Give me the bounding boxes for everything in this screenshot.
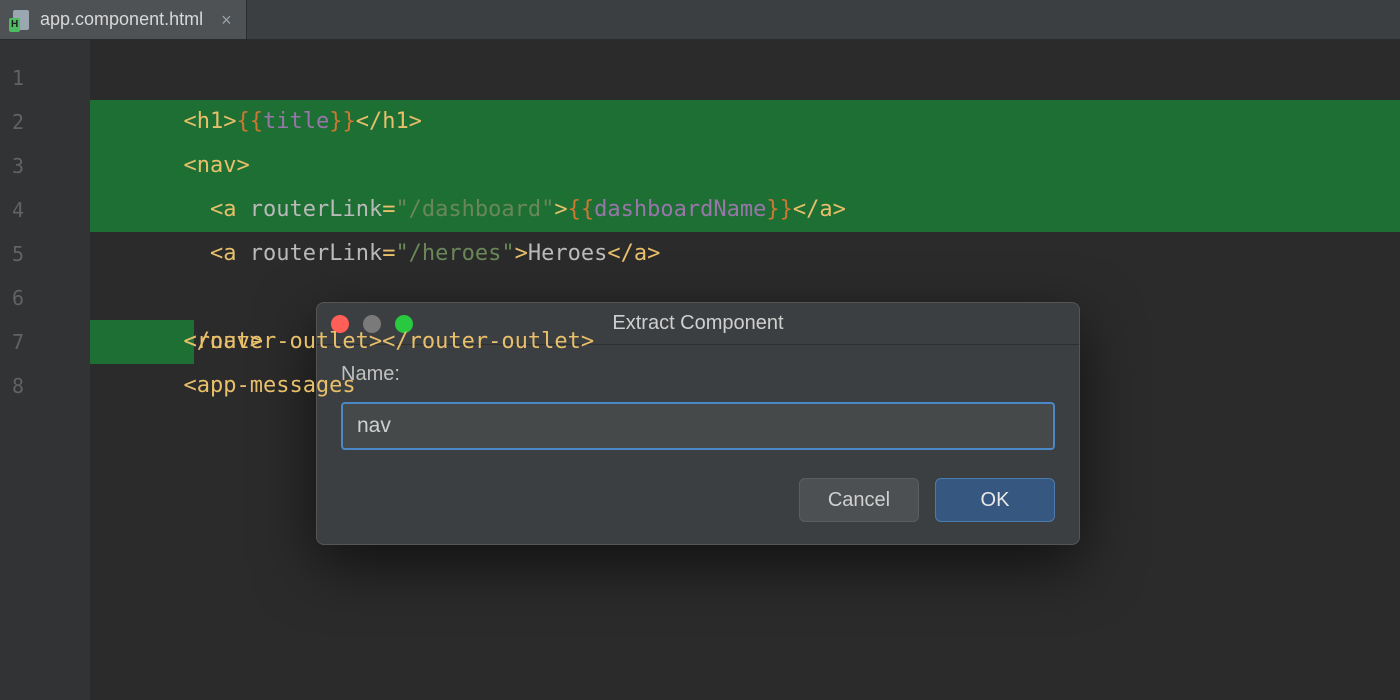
line-number[interactable]: 7 <box>0 320 90 364</box>
file-icon-badge: H <box>9 18 20 32</box>
attr-token: routerLink <box>250 241 382 266</box>
ident-token: title <box>263 109 329 134</box>
punct-token: > <box>554 197 567 222</box>
ident-token: dashboardName <box>594 197 766 222</box>
tab-filename: app.component.html <box>40 9 203 30</box>
line-number[interactable]: 6 <box>0 276 90 320</box>
ok-button[interactable]: OK <box>935 478 1055 522</box>
tag-token: <nav> <box>183 153 249 178</box>
interp-token: }} <box>766 197 793 222</box>
string-token: "/heroes" <box>395 241 514 266</box>
punct-token: = <box>382 241 395 266</box>
indent <box>183 197 210 222</box>
line-number[interactable]: 5 <box>0 232 90 276</box>
tag-token: <h1> <box>183 109 236 134</box>
component-name-input[interactable] <box>341 402 1055 450</box>
text-token: Heroes <box>528 241 607 266</box>
interp-token: {{ <box>236 109 263 134</box>
editor-tabbar: H app.component.html × <box>0 0 1400 40</box>
tag-token: </a> <box>793 197 846 222</box>
indent <box>183 241 210 266</box>
close-tab-icon[interactable]: × <box>221 11 232 29</box>
tag-token: </h1> <box>356 109 422 134</box>
tag-token: </router-outlet> <box>382 329 594 354</box>
interp-token: }} <box>329 109 356 134</box>
line-number[interactable]: 4 <box>0 188 90 232</box>
punct-token: > <box>515 241 528 266</box>
name-label: Name: <box>341 363 1055 386</box>
line-number[interactable]: 2 <box>0 100 90 144</box>
cancel-button[interactable]: Cancel <box>799 478 919 522</box>
html-file-icon: H <box>10 9 32 31</box>
line-number[interactable]: 3 <box>0 144 90 188</box>
editor-tab-active[interactable]: H app.component.html × <box>0 0 247 39</box>
interp-token: {{ <box>568 197 595 222</box>
dialog-buttons: Cancel OK <box>341 478 1055 522</box>
code-line[interactable]: <a routerLink="/dashboard">{{dashboardNa… <box>90 144 1400 188</box>
tag-token: <a <box>210 241 250 266</box>
line-number[interactable]: 1 <box>0 56 90 100</box>
attr-token: routerLink <box>250 197 382 222</box>
line-gutter: 1 2 3 4 5 6 7 8 <box>0 40 90 700</box>
string-token: "/dashboard" <box>395 197 554 222</box>
tag-token: <a <box>210 197 250 222</box>
code-line[interactable]: <h1>{{title}}</h1> <box>90 56 1400 100</box>
tag-token: <app-messages <box>183 373 355 398</box>
tag-token: <router-outlet> <box>183 329 382 354</box>
line-number[interactable]: 8 <box>0 364 90 408</box>
dialog-body: Name: Cancel OK <box>317 345 1079 544</box>
punct-token: = <box>382 197 395 222</box>
tag-token: </a> <box>607 241 660 266</box>
